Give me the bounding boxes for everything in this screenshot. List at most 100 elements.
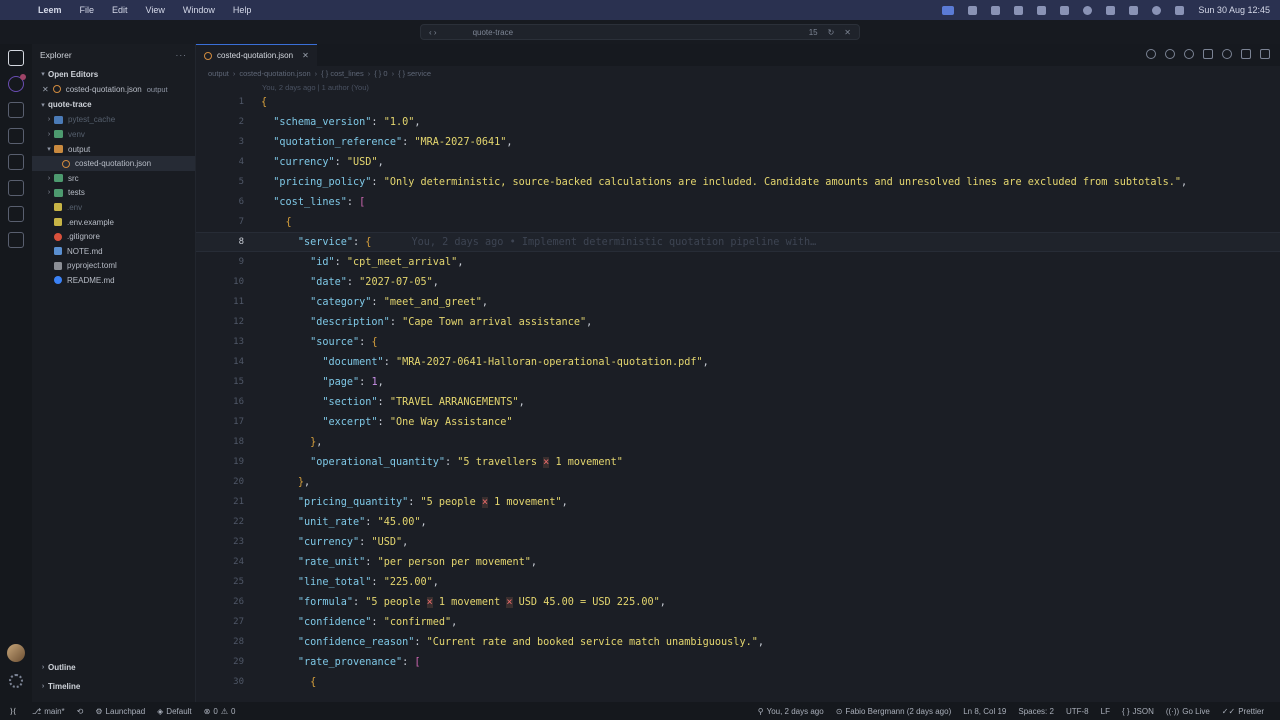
end-of-line[interactable]: LF xyxy=(1095,707,1116,716)
tree-file[interactable]: .env xyxy=(32,200,195,215)
code-line[interactable]: 22 "unit_rate": "45.00", xyxy=(196,512,1280,532)
cursor-position[interactable]: Ln 8, Col 19 xyxy=(957,707,1012,716)
code-line[interactable]: 11 "category": "meet_and_greet", xyxy=(196,292,1280,312)
tree-file[interactable]: pyproject.toml xyxy=(32,259,195,274)
breadcrumb-item[interactable]: costed-quotation.json xyxy=(239,69,310,78)
breadcrumb-item[interactable]: { } service xyxy=(398,69,431,78)
code-line[interactable]: 23 "currency": "USD", xyxy=(196,532,1280,552)
tree-folder[interactable]: › pytest_cache xyxy=(32,113,195,128)
go-back-icon[interactable] xyxy=(1165,49,1175,59)
breadcrumb-item[interactable]: { } 0 xyxy=(374,69,387,78)
menu-window[interactable]: Window xyxy=(183,5,215,15)
code-line[interactable]: 10 "date": "2027-07-05", xyxy=(196,272,1280,292)
control-center-icon[interactable] xyxy=(1175,5,1185,15)
project-section[interactable]: ▾ quote-trace xyxy=(32,97,195,113)
tree-file[interactable]: .gitignore xyxy=(32,229,195,244)
battery-icon[interactable] xyxy=(1129,5,1139,15)
source-control-icon[interactable] xyxy=(8,128,24,144)
code-line[interactable]: 5 "pricing_policy": "Only deterministic,… xyxy=(196,172,1280,192)
branch-indicator[interactable]: ⎇ main* xyxy=(26,707,71,716)
screen-share-icon[interactable] xyxy=(942,5,955,15)
timeline-section[interactable]: › Timeline xyxy=(32,677,196,695)
code-line[interactable]: 29 "rate_provenance": [ xyxy=(196,652,1280,672)
code-line[interactable]: 13 "source": { xyxy=(196,332,1280,352)
code-line[interactable]: 3 "quotation_reference": "MRA-2027-0641"… xyxy=(196,132,1280,152)
code-line[interactable]: 15 "page": 1, xyxy=(196,372,1280,392)
search-icon[interactable] xyxy=(1152,5,1162,15)
profile-item[interactable]: ◈ Default xyxy=(151,707,198,716)
code-line[interactable]: 6 "cost_lines": [ xyxy=(196,192,1280,212)
code-line[interactable]: 9 "id": "cpt_meet_arrival", xyxy=(196,252,1280,272)
sync-icon[interactable]: ⟲ xyxy=(71,707,90,716)
code-line[interactable]: 14 "document": "MRA-2027-0641-Halloran-o… xyxy=(196,352,1280,372)
back-arrow-icon[interactable]: ‹ › xyxy=(429,28,437,37)
settings-gear-icon[interactable] xyxy=(9,674,23,688)
tree-folder[interactable]: ▾ output xyxy=(32,142,195,157)
tree-file[interactable]: costed-quotation.json xyxy=(32,156,195,171)
code-line[interactable]: 21 "pricing_quantity": "5 people × 1 mov… xyxy=(196,492,1280,512)
code-line[interactable]: 16 "section": "TRAVEL ARRANGEMENTS", xyxy=(196,392,1280,412)
tray-app-icon[interactable] xyxy=(1014,5,1024,15)
problems-item[interactable]: ⊗ 0 ⚠ 0 xyxy=(198,707,242,716)
blame-status[interactable]: ⚲ You, 2 days ago xyxy=(752,707,830,716)
breadcrumb-item[interactable]: output xyxy=(208,69,229,78)
encoding[interactable]: UTF-8 xyxy=(1060,707,1095,716)
tree-file[interactable]: NOTE.md xyxy=(32,244,195,259)
menu-edit[interactable]: Edit xyxy=(112,5,128,15)
author-status[interactable]: ⊙ Fabio Bergmann (2 days ago) xyxy=(830,707,958,716)
source-control-badge[interactable]: 15 xyxy=(809,28,818,37)
code-line[interactable]: 18 }, xyxy=(196,432,1280,452)
run-debug-icon[interactable] xyxy=(8,154,24,170)
code-line[interactable]: 27 "confidence": "confirmed", xyxy=(196,612,1280,632)
menu-help[interactable]: Help xyxy=(233,5,252,15)
search-icon[interactable] xyxy=(8,102,24,118)
breadcrumb-item[interactable]: { } cost_lines xyxy=(321,69,364,78)
close-icon[interactable]: ✕ xyxy=(844,28,851,37)
close-icon[interactable]: ✕ xyxy=(302,51,309,60)
code-line[interactable]: 8 "service": {You, 2 days ago • Implemen… xyxy=(196,232,1280,252)
tree-file[interactable]: README.md xyxy=(32,273,195,288)
blame-codelens[interactable]: You, 2 days ago | 1 author (You) xyxy=(262,83,369,92)
indentation[interactable]: Spaces: 2 xyxy=(1012,707,1060,716)
outline-section[interactable]: › Outline xyxy=(32,658,196,676)
command-center-search[interactable]: ‹ › quote-trace 15 ↻ ✕ xyxy=(420,24,860,40)
code-line[interactable]: 17 "excerpt": "One Way Assistance" xyxy=(196,412,1280,432)
remote-indicator-icon[interactable]: ⟩⟨ xyxy=(0,702,26,720)
sync-icon[interactable]: ↻ xyxy=(828,28,835,37)
tray-app-icon[interactable] xyxy=(1060,5,1070,15)
launchpad-item[interactable]: ⚙ Launchpad xyxy=(89,707,151,716)
more-actions-icon[interactable] xyxy=(1260,49,1270,59)
code-line[interactable]: 28 "confidence_reason": "Current rate an… xyxy=(196,632,1280,652)
open-editors-section[interactable]: ▾ Open Editors xyxy=(32,66,195,82)
run-icon[interactable] xyxy=(1222,49,1232,59)
language-mode[interactable]: { } JSON xyxy=(1116,707,1160,716)
code-line[interactable]: 30 { xyxy=(196,672,1280,692)
wifi-icon[interactable] xyxy=(1106,5,1116,15)
prettier-status[interactable]: ✓✓ Prettier xyxy=(1216,707,1270,716)
focus-moon-icon[interactable] xyxy=(1083,5,1093,15)
tree-file[interactable]: .env.example xyxy=(32,215,195,230)
split-editor-icon[interactable] xyxy=(1241,49,1251,59)
go-live-button[interactable]: ((·)) Go Live xyxy=(1160,707,1216,716)
code-line[interactable]: 24 "rate_unit": "per person per movement… xyxy=(196,552,1280,572)
tray-app-icon[interactable] xyxy=(1037,5,1047,15)
code-line[interactable]: 19 "operational_quantity": "5 travellers… xyxy=(196,452,1280,472)
more-actions-icon[interactable]: ··· xyxy=(176,50,188,60)
copilot-icon[interactable] xyxy=(1146,49,1156,59)
code-line[interactable]: 26 "formula": "5 people × 1 movement × U… xyxy=(196,592,1280,612)
account-avatar[interactable] xyxy=(7,644,25,662)
testing-icon[interactable] xyxy=(8,232,24,248)
open-editor-item[interactable]: ✕ costed-quotation.json output xyxy=(32,82,195,97)
app-menu[interactable]: Leem xyxy=(38,5,62,15)
code-editor[interactable]: You, 2 days ago | 1 author (You) 1{2 "sc… xyxy=(196,80,1280,702)
menu-view[interactable]: View xyxy=(146,5,165,15)
code-line[interactable]: 4 "currency": "USD", xyxy=(196,152,1280,172)
tree-folder[interactable]: › tests xyxy=(32,186,195,201)
menubar-clock[interactable]: Sun 30 Aug 12:45 xyxy=(1198,5,1270,15)
editor-tab[interactable]: costed-quotation.json ✕ xyxy=(196,44,317,66)
tray-app-icon[interactable] xyxy=(991,5,1001,15)
code-line[interactable]: 1{ xyxy=(196,92,1280,112)
explorer-icon[interactable] xyxy=(8,50,24,66)
menu-file[interactable]: File xyxy=(80,5,95,15)
code-line[interactable]: 25 "line_total": "225.00", xyxy=(196,572,1280,592)
